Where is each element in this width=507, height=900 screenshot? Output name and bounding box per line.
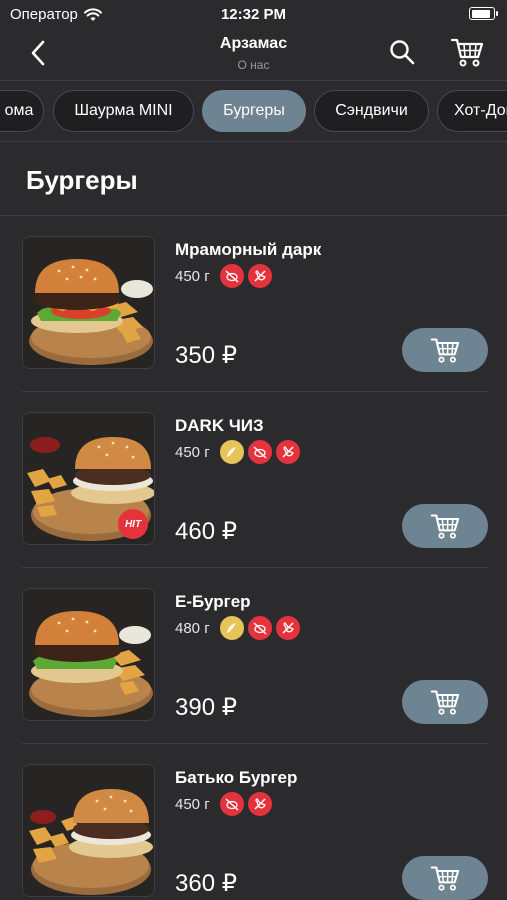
product-weight: 450 г [175,443,210,461]
product-name: Батько Бургер [175,768,298,787]
cart-icon [430,690,460,715]
category-tab-burgers[interactable]: Бургеры [202,90,306,132]
search-icon[interactable] [388,38,416,66]
add-to-cart-button[interactable] [402,680,488,724]
row-divider [22,743,488,744]
row-divider [22,567,488,568]
product-name: DARK ЧИЗ [175,416,264,435]
product-meta: 480 г [175,616,300,640]
cart-icon [430,866,460,891]
header-divider [0,80,507,81]
product-card[interactable]: HIT DARK ЧИЗ 450 г 460 ₽ [0,412,507,588]
category-tab-sandwiches[interactable]: Сэндвичи [314,90,429,132]
no-chicken-icon [275,616,300,640]
product-photo [22,588,155,721]
status-bar: Оператор 12:32 PM [0,0,507,30]
add-to-cart-button[interactable] [402,504,488,548]
product-weight: 450 г [175,795,210,813]
category-tab-shawarma[interactable]: ома [0,90,44,132]
category-tab-hotdogs[interactable]: Хот-Доги [437,90,507,132]
cart-icon [430,514,460,539]
add-to-cart-button[interactable] [402,856,488,900]
product-price: 360 ₽ [175,870,237,897]
cart-icon [430,338,460,363]
no-pork-icon [219,792,244,816]
section-divider [0,215,507,216]
product-photo: HIT [22,412,155,545]
product-card[interactable]: Е-Бургер 480 г 390 ₽ [0,588,507,764]
no-pork-icon [247,440,272,464]
battery-icon [469,7,498,20]
product-name: Е-Бургер [175,592,251,611]
navigation-bar: Арзамас О нас [0,30,507,80]
product-meta: 450 г [175,792,272,816]
page-title: Арзамас [219,35,288,52]
chips-divider [0,141,507,142]
spicy-mild-icon [219,616,244,640]
product-price: 460 ₽ [175,518,237,545]
product-name: Мраморный дарк [175,240,322,259]
clock: 12:32 PM [220,6,287,23]
product-price: 350 ₽ [175,342,237,369]
category-tab-shawarma-mini[interactable]: Шаурма MINI [53,90,194,132]
product-card[interactable]: Батько Бургер 450 г 360 ₽ [0,764,507,900]
cart-icon[interactable] [450,36,484,68]
no-chicken-icon [275,440,300,464]
no-pork-icon [247,616,272,640]
product-card[interactable]: Мраморный дарк 450 г 350 ₽ [0,236,507,412]
row-divider [22,391,488,392]
product-photo [22,236,155,369]
no-chicken-icon [247,792,272,816]
section-title: Бургеры [26,165,138,195]
product-photo [22,764,155,897]
product-meta: 450 г [175,264,272,288]
no-pork-icon [219,264,244,288]
product-price: 390 ₽ [175,694,237,721]
product-weight: 480 г [175,619,210,637]
product-meta: 450 г [175,440,300,464]
about-link[interactable]: О нас [0,58,507,72]
category-tabs: ома Шаурма MINI Бургеры Сэндвичи Хот-Дог… [0,88,507,134]
product-weight: 450 г [175,267,210,285]
spicy-mild-icon [219,440,244,464]
no-chicken-icon [247,264,272,288]
hit-badge: HIT [118,509,148,539]
add-to-cart-button[interactable] [402,328,488,372]
